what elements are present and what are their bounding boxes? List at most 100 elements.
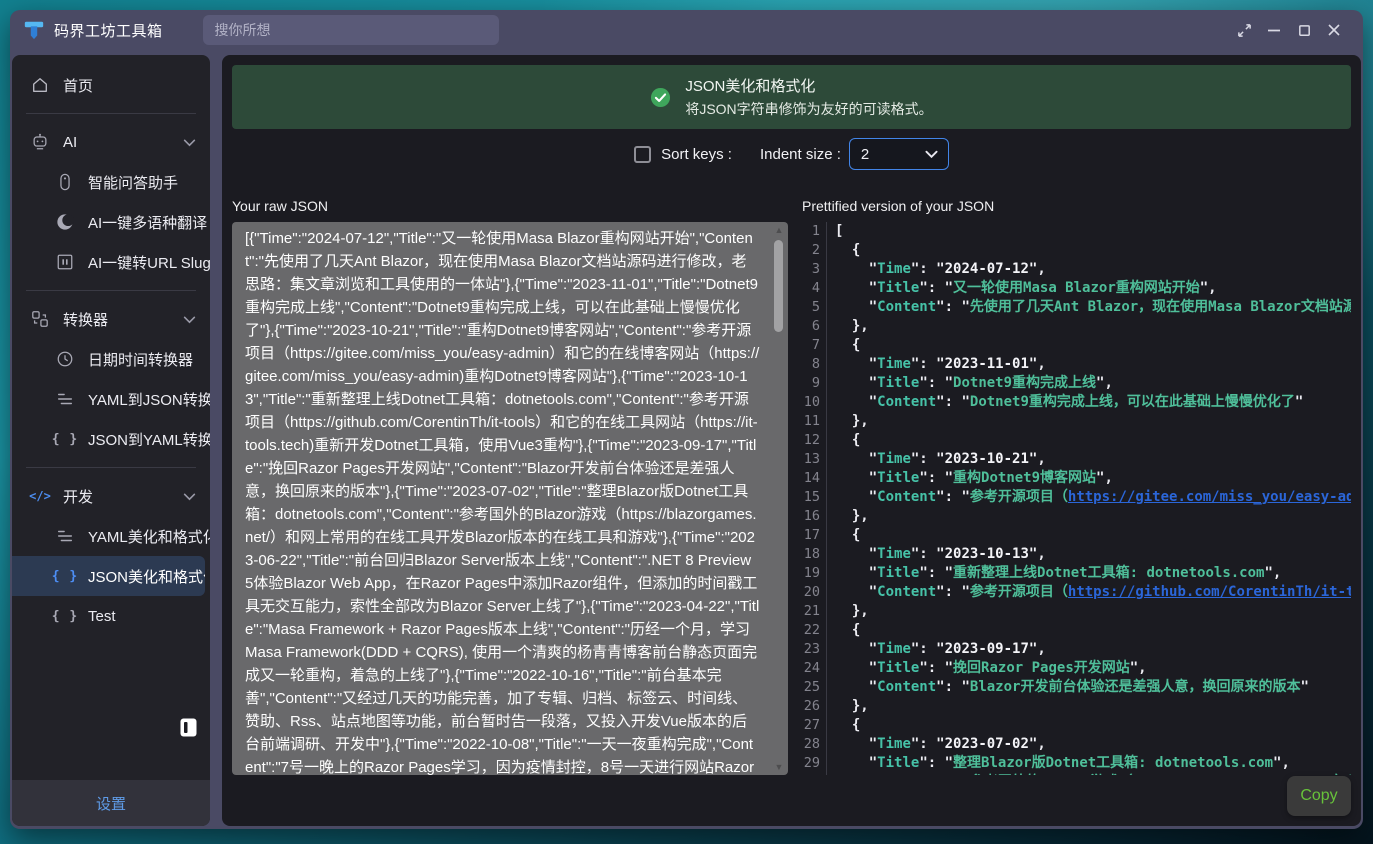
tool-banner: JSON美化和格式化 将JSON字符串修饰为友好的可读格式。 xyxy=(232,65,1351,129)
sidebar-item-home[interactable]: 首页 xyxy=(12,65,210,105)
list-icon xyxy=(55,527,75,545)
braces-icon: { } xyxy=(55,569,75,584)
tool-title: JSON美化和格式化 xyxy=(685,75,932,96)
sidebar-item-datetime-converter[interactable]: 日期时间转换器 xyxy=(12,339,210,379)
minimize-icon[interactable] xyxy=(1259,15,1289,45)
format-controls: Sort keys : Indent size : 2 xyxy=(232,138,1351,170)
code-line: 20 "Content": "参考开源项目（https://github.com… xyxy=(802,583,1351,602)
tool-subtitle: 将JSON字符串修饰为友好的可读格式。 xyxy=(685,99,932,119)
convert-icon xyxy=(30,310,50,328)
sidebar-groups: AI 智能问答助手 AI一键多语种翻译 AI一键转URL Slug 转换器日期时间转换器… xyxy=(12,113,210,636)
clock-icon xyxy=(55,350,75,368)
sidebar-item-json-to-yaml[interactable]: { }JSON到YAML转换 xyxy=(12,419,210,459)
code-line: 25 "Content": "Blazor开发前台体验还是差强人意，换回原来的版… xyxy=(802,678,1351,697)
code-line: 4 "Title": "又一轮使用Masa Blazor重构网站开始", xyxy=(802,279,1351,298)
line-number: 28 xyxy=(802,735,827,754)
line-number: 7 xyxy=(802,336,827,355)
sidebar-item-test[interactable]: { } Test xyxy=(12,596,210,636)
app-window: 码界工坊工具箱 xyxy=(10,10,1363,829)
sidebar-item-label: Test xyxy=(88,608,116,625)
line-number: 26 xyxy=(802,697,827,716)
line-number: 13 xyxy=(802,450,827,469)
line-number: 20 xyxy=(802,583,827,602)
line-number: 18 xyxy=(802,545,827,564)
list-icon xyxy=(55,390,75,408)
app-title: 码界工坊工具箱 xyxy=(54,20,163,41)
line-number: 9 xyxy=(802,374,827,393)
line-number: 23 xyxy=(802,640,827,659)
copy-button[interactable]: Copy xyxy=(1287,776,1351,816)
line-number: 1 xyxy=(802,222,827,241)
indent-size-select[interactable]: 2 xyxy=(849,138,949,170)
sidebar-group-label: AI xyxy=(63,134,77,151)
sidebar-group-label: 开发 xyxy=(63,486,93,507)
sort-keys-checkbox[interactable] xyxy=(634,146,651,163)
sort-keys-label: Sort keys : xyxy=(661,146,732,163)
sidebar-group-dev[interactable]: </> 开发 xyxy=(12,476,210,516)
settings-button[interactable]: 设置 xyxy=(12,780,210,826)
chevron-down-icon xyxy=(183,134,196,151)
line-number: 27 xyxy=(802,716,827,735)
indent-size-label: Indent size : xyxy=(760,146,841,163)
sidebar-item-label: YAML到JSON转换 xyxy=(88,389,210,410)
expand-icon[interactable] xyxy=(1229,15,1259,45)
sidebar-item-label: YAML美化和格式化 xyxy=(88,526,210,547)
sidebar-divider xyxy=(26,113,196,114)
pretty-json-code[interactable]: 1[2 {3 "Time": "2024-07-12",4 "Title": "… xyxy=(802,222,1351,775)
code-line: 12 { xyxy=(802,431,1351,450)
raw-json-label: Your raw JSON xyxy=(232,198,788,220)
url-link[interactable]: https://gitee.com/miss_you/easy-admin xyxy=(1068,489,1351,505)
search-input[interactable] xyxy=(203,15,499,45)
sidebar-item-json-prettify[interactable]: { }JSON美化和格式化 xyxy=(12,556,205,596)
line-number: 30 xyxy=(802,773,827,775)
url-link[interactable]: https://blazorgames.net/ xyxy=(1132,774,1334,775)
search-box[interactable] xyxy=(203,15,499,45)
close-icon[interactable] xyxy=(1319,15,1349,45)
pretty-json-label: Prettified version of your JSON xyxy=(802,198,1351,220)
code-line: 19 "Title": "重新整理上线Dotnet工具箱: dotnetools… xyxy=(802,564,1351,583)
code-line: 10 "Content": "Dotnet9重构完成上线，可以在此基础上慢慢优化… xyxy=(802,393,1351,412)
sidebar-item-qa-assistant[interactable]: 智能问答助手 xyxy=(12,162,210,202)
code-line: 22 { xyxy=(802,621,1351,640)
app-logo-icon xyxy=(23,19,45,41)
code-line: 28 "Time": "2023-07-02", xyxy=(802,735,1351,754)
ai-icon xyxy=(30,133,50,151)
line-number: 3 xyxy=(802,260,827,279)
line-number: 11 xyxy=(802,412,827,431)
sidebar-item-yaml-prettify[interactable]: YAML美化和格式化 xyxy=(12,516,210,556)
main-panel: JSON美化和格式化 将JSON字符串修饰为友好的可读格式。 Sort keys… xyxy=(222,55,1361,826)
sidebar-group-ai[interactable]: AI xyxy=(12,122,210,162)
sidebar-item-ai-url-slug[interactable]: AI一键转URL Slug xyxy=(12,242,210,282)
code-line: 9 "Title": "Dotnet9重构完成上线", xyxy=(802,374,1351,393)
code-line: 15 "Content": "参考开源项目（https://gitee.com/… xyxy=(802,488,1351,507)
sidebar-group-label: 转换器 xyxy=(63,309,108,330)
braces-icon: { } xyxy=(55,609,75,624)
url-link[interactable]: https://github.com/CorentinTh/it-tools xyxy=(1068,584,1351,600)
line-number: 12 xyxy=(802,431,827,450)
sidebar-divider xyxy=(26,290,196,291)
sidebar-group-converters[interactable]: 转换器 xyxy=(12,299,210,339)
sidebar-item-label: AI一键多语种翻译 xyxy=(88,212,207,233)
scrollbar-thumb[interactable] xyxy=(774,240,783,332)
code-line: 26 }, xyxy=(802,697,1351,716)
sidebar-collapse-icon[interactable] xyxy=(180,718,197,742)
titlebar: 码界工坊工具箱 xyxy=(10,10,1363,50)
check-circle-icon xyxy=(650,87,671,108)
sidebar-item-yaml-to-json[interactable]: YAML到JSON转换 xyxy=(12,379,210,419)
scroll-up-icon[interactable]: ▲ xyxy=(773,224,785,236)
line-number: 8 xyxy=(802,355,827,374)
code-icon: </> xyxy=(30,489,50,503)
raw-json-textarea[interactable]: [{"Time":"2024-07-12","Title":"又一轮使用Masa… xyxy=(232,222,788,775)
sidebar-item-ai-translate[interactable]: AI一键多语种翻译 xyxy=(12,202,210,242)
scroll-down-icon[interactable]: ▼ xyxy=(773,761,785,773)
code-line: 27 { xyxy=(802,716,1351,735)
line-number: 22 xyxy=(802,621,827,640)
code-line: 13 "Time": "2023-10-21", xyxy=(802,450,1351,469)
sidebar-item-label: 智能问答助手 xyxy=(88,172,178,193)
sidebar: 首页 AI 智能问答助手 AI一键多语种翻译 AI一键转URL Slug 转换器日期时间… xyxy=(12,55,210,826)
scrollbar[interactable]: ▲ ▼ xyxy=(773,224,785,773)
maximize-icon[interactable] xyxy=(1289,15,1319,45)
slug-icon xyxy=(55,253,75,271)
sidebar-nav: 首页 AI 智能问答助手 AI一键多语种翻译 AI一键转URL Slug 转换器日期时间… xyxy=(12,55,210,780)
assistant-icon xyxy=(55,173,75,191)
